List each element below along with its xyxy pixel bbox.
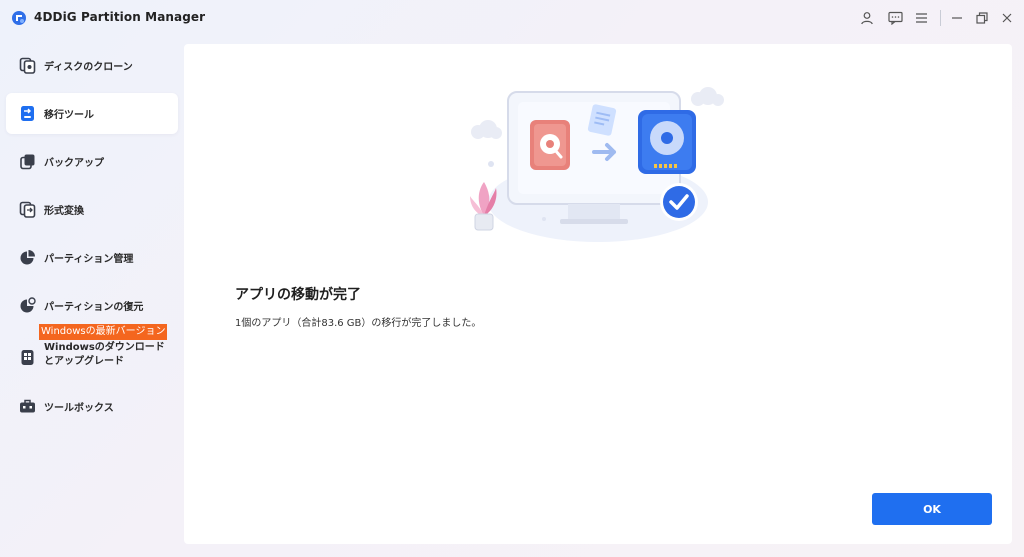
app-logo-icon bbox=[12, 11, 26, 25]
sidebar-item-label: ツールボックス bbox=[44, 403, 114, 414]
app-title: 4DDiG Partition Manager bbox=[34, 10, 206, 24]
pie-chart-icon bbox=[20, 250, 35, 265]
sidebar-item-migration-tool[interactable]: 移行ツール bbox=[6, 93, 178, 134]
disk-clone-icon bbox=[19, 57, 36, 74]
sidebar: ディスクのクローン 移行ツール バックアップ 形式変換 パーティション管理 パー… bbox=[0, 40, 184, 557]
restore-icon[interactable] bbox=[972, 8, 992, 28]
sidebar-item-disk-clone[interactable]: ディスクのクローン bbox=[6, 45, 178, 86]
sidebar-item-label: バックアップ bbox=[44, 158, 104, 169]
sidebar-item-label: Windowsのダウンロードとアップグレード bbox=[44, 342, 165, 367]
sidebar-item-format-convert[interactable]: 形式変換 bbox=[6, 189, 178, 230]
new-version-badge: Windowsの最新バージョン bbox=[39, 324, 168, 340]
toolbox-icon bbox=[20, 399, 35, 413]
main-panel: アプリの移動が完了 1個のアプリ（合計83.6 GB）の移行が完了しました。 O… bbox=[184, 44, 1012, 544]
page-title: アプリの移動が完了 bbox=[235, 287, 361, 303]
backup-icon bbox=[20, 154, 35, 170]
menu-icon[interactable] bbox=[911, 8, 931, 28]
account-icon[interactable] bbox=[857, 8, 877, 28]
sidebar-item-toolbox[interactable]: ツールボックス bbox=[6, 386, 178, 427]
sidebar-item-label: ディスクのクローン bbox=[44, 62, 133, 73]
title-bar: 4DDiG Partition Manager bbox=[0, 0, 1024, 36]
sidebar-item-partition-restore[interactable]: パーティションの復元 bbox=[6, 285, 178, 326]
sidebar-item-label: 移行ツール bbox=[44, 110, 94, 121]
migration-complete-illustration bbox=[470, 87, 724, 242]
migration-tool-icon bbox=[21, 106, 34, 121]
sidebar-item-label: パーティションの復元 bbox=[44, 302, 144, 313]
feedback-icon[interactable] bbox=[885, 8, 905, 28]
format-convert-icon bbox=[19, 201, 36, 218]
partition-restore-icon bbox=[20, 297, 36, 313]
sidebar-item-partition-management[interactable]: パーティション管理 bbox=[6, 237, 178, 278]
ok-button[interactable]: OK bbox=[872, 493, 992, 525]
result-description: 1個のアプリ（合計83.6 GB）の移行が完了しました。 bbox=[235, 318, 482, 329]
sidebar-item-windows-download[interactable]: Windowsのダウンロードとアップグレード bbox=[6, 336, 178, 380]
close-icon[interactable] bbox=[997, 8, 1017, 28]
sidebar-item-label: パーティション管理 bbox=[44, 254, 134, 265]
minimize-icon[interactable] bbox=[947, 8, 967, 28]
titlebar-divider bbox=[940, 10, 941, 26]
sidebar-item-label: 形式変換 bbox=[44, 206, 84, 217]
windows-download-icon bbox=[21, 350, 34, 365]
sidebar-item-backup[interactable]: バックアップ bbox=[6, 141, 178, 182]
